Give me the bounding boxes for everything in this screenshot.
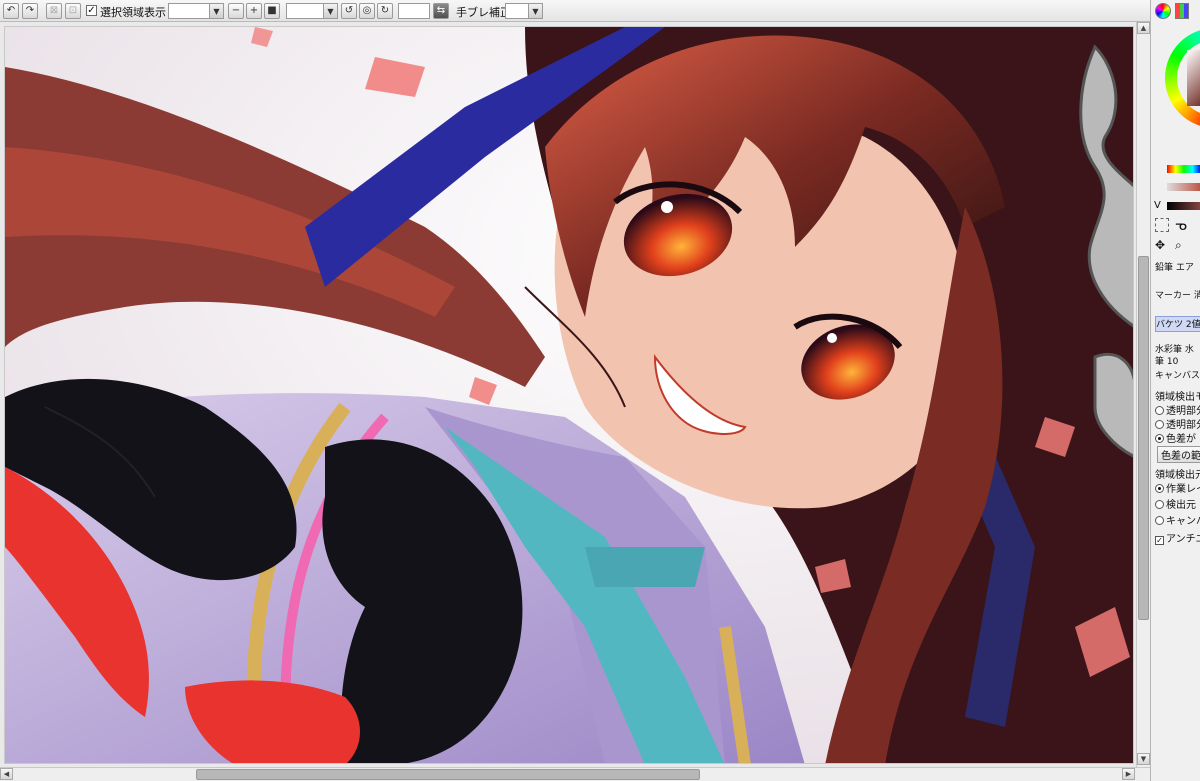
brush-label: マーカー	[1155, 291, 1192, 301]
zoom-in-icon[interactable]: +	[246, 3, 262, 19]
option-color-diff[interactable]: 色差が	[1155, 430, 1196, 445]
color-wheel-tab-icon[interactable]	[1155, 3, 1171, 19]
tool-panel: V ᓀ ✥ ⌕ 鉛筆 エア マーカー 消 バケツ 2値 水彩筆 水 筆 10 キ…	[1150, 0, 1200, 781]
zoom-select[interactable]: ▼	[168, 3, 224, 19]
horizontal-scroll-thumb[interactable]	[196, 769, 700, 780]
deselect-icon[interactable]: ⊠	[46, 3, 62, 19]
scroll-up-icon[interactable]: ▲	[1137, 22, 1150, 34]
detect-source-label: 領域検出元	[1155, 470, 1200, 481]
option-label: 検出元	[1166, 500, 1196, 511]
zoom-reset-icon[interactable]: ■	[264, 3, 280, 19]
antialias-checkbox[interactable]: ✓アンチエイ	[1155, 530, 1200, 545]
checkbox-icon: ✓	[1155, 536, 1164, 545]
chevron-down-icon: ▼	[528, 4, 542, 18]
redo-icon[interactable]: ↷	[22, 3, 38, 19]
chevron-down-icon: ▼	[323, 4, 337, 18]
stabilizer-select[interactable]: ▼	[505, 3, 543, 19]
rotation-select[interactable]: ▼	[286, 3, 338, 19]
canvas-area	[0, 22, 1150, 767]
show-selection-label: 選択領域表示	[100, 6, 166, 19]
rotate-right-icon[interactable]: ↻	[377, 3, 393, 19]
vertical-scrollbar[interactable]: ▲ ▼	[1136, 22, 1150, 767]
vertical-scroll-thumb[interactable]	[1138, 256, 1149, 620]
option-working-layer[interactable]: 作業レイ	[1155, 480, 1200, 495]
brush-label: 10	[1166, 357, 1179, 367]
scroll-down-icon[interactable]: ▼	[1137, 753, 1150, 765]
horizontal-scrollbar[interactable]: ◀ ▶	[0, 767, 1150, 781]
option-label: キャンバ	[1166, 516, 1200, 527]
chevron-down-icon: ▼	[209, 4, 223, 18]
brush-label: 鉛筆	[1155, 263, 1174, 273]
radio-icon	[1155, 420, 1164, 429]
top-toolbar: ↶ ↷ ⊠ ⊡ ✓ 選択領域表示 ▼ − + ■ ▼ ↺ ◎ ↻ ⇆ 手ブレ補正…	[0, 0, 1200, 22]
detect-mode-label: 領域検出モ	[1155, 392, 1200, 403]
brush-pencil[interactable]: 鉛筆 エア	[1155, 260, 1200, 276]
option-label: 作業レイ	[1166, 484, 1200, 495]
paint-app-window: ↶ ↷ ⊠ ⊡ ✓ 選択領域表示 ▼ − + ■ ▼ ↺ ◎ ↻ ⇆ 手ブレ補正…	[0, 0, 1200, 781]
option-transparent-b[interactable]: 透明部分	[1155, 416, 1200, 431]
radio-icon	[1155, 406, 1164, 415]
option-label: アンチエイ	[1166, 534, 1200, 545]
brush-label: エア	[1175, 263, 1194, 273]
color-diff-range-button[interactable]: 色差の範	[1157, 446, 1200, 463]
illustration-icon	[5, 27, 1133, 763]
saturation-slider[interactable]	[1167, 183, 1200, 191]
drawing-canvas[interactable]	[4, 26, 1134, 764]
radio-icon	[1155, 500, 1164, 509]
stabilizer-label: 手ブレ補正	[456, 6, 511, 19]
brush-label: 消	[1194, 291, 1200, 301]
undo-icon[interactable]: ↶	[3, 3, 19, 19]
option-transparent-a[interactable]: 透明部分	[1155, 402, 1200, 417]
flip-field[interactable]	[398, 3, 430, 19]
hue-slider[interactable]	[1167, 165, 1200, 173]
color-wheel[interactable]	[1165, 28, 1200, 128]
selection-tool-icon[interactable]	[1155, 218, 1169, 232]
option-label: 色差が	[1166, 434, 1196, 445]
scroll-left-icon[interactable]: ◀	[0, 768, 13, 780]
rotate-left-icon[interactable]: ↺	[341, 3, 357, 19]
show-selection-checkbox[interactable]: ✓	[86, 5, 97, 16]
radio-icon	[1155, 484, 1164, 493]
flip-horizontal-icon[interactable]: ⇆	[433, 3, 449, 19]
radio-icon	[1155, 434, 1164, 443]
invert-selection-icon[interactable]: ⊡	[65, 3, 81, 19]
lasso-tool-icon[interactable]: ᓀ	[1175, 218, 1187, 234]
brush-canvas[interactable]: キャンバス 画	[1155, 368, 1200, 384]
brush-bucket[interactable]: バケツ 2値	[1155, 316, 1200, 332]
zoom-tool-icon[interactable]: ⌕	[1175, 238, 1182, 253]
option-detect-source[interactable]: 検出元	[1155, 496, 1196, 511]
rotate-reset-icon[interactable]: ◎	[359, 3, 375, 19]
brush-label: キャンバス	[1155, 371, 1200, 381]
zoom-out-icon[interactable]: −	[228, 3, 244, 19]
brush-label: 2値	[1185, 320, 1200, 330]
option-canvas[interactable]: キャンバ	[1155, 512, 1200, 527]
value-label: V	[1154, 200, 1161, 211]
brush-label: バケツ	[1156, 320, 1184, 330]
rgb-slider-tab-icon[interactable]	[1175, 3, 1189, 19]
move-tool-icon[interactable]: ✥	[1155, 238, 1165, 252]
brush-marker[interactable]: マーカー 消	[1155, 288, 1200, 304]
brush-label: 筆	[1155, 357, 1165, 367]
value-slider[interactable]	[1167, 202, 1200, 210]
radio-icon	[1155, 516, 1164, 525]
scroll-right-icon[interactable]: ▶	[1122, 768, 1135, 780]
